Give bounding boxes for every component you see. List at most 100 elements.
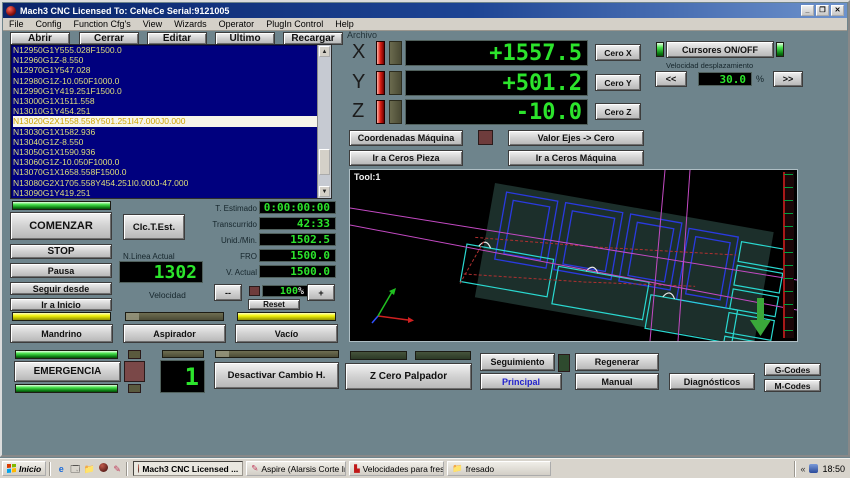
estop-led-bottom bbox=[15, 384, 118, 393]
elapsed-time-value: 42:33 bbox=[259, 217, 336, 230]
fro-value: 1500.0 bbox=[259, 249, 336, 262]
vacuum-led bbox=[237, 312, 336, 321]
goto-start-button[interactable]: Ir a Inicio bbox=[10, 298, 112, 311]
axis-x-select-button[interactable] bbox=[389, 41, 402, 65]
jog-speed-dro[interactable]: 30.0 bbox=[698, 72, 752, 86]
start-button[interactable]: Inicio bbox=[2, 461, 47, 476]
zero-x-button[interactable]: Cero X bbox=[595, 44, 641, 61]
probe-led-1 bbox=[350, 351, 407, 360]
zero-y-button[interactable]: Cero Y bbox=[595, 74, 641, 91]
aspire-quicklaunch-icon[interactable]: ✎ bbox=[111, 463, 123, 475]
emergency-stop-button[interactable]: EMERGENCIA bbox=[14, 361, 121, 382]
file-section-label: Archivo bbox=[347, 30, 378, 40]
current-line-dro[interactable]: 1302 bbox=[119, 261, 203, 283]
machine-coords-button[interactable]: Coordenadas Máquina bbox=[349, 130, 463, 146]
dro-z[interactable]: -10.0 bbox=[405, 99, 588, 125]
estimated-time-value: 0:00:00:00 bbox=[259, 201, 336, 214]
regenerate-button[interactable]: Regenerar bbox=[575, 353, 659, 371]
spindle-led bbox=[12, 312, 111, 321]
folder-quicklaunch-icon[interactable]: 📁 bbox=[83, 463, 95, 475]
task-fresado[interactable]: 📁 fresado bbox=[447, 461, 552, 476]
dro-y[interactable]: +501.2 bbox=[405, 70, 588, 96]
feed-inc-button[interactable]: + bbox=[307, 284, 335, 301]
mcodes-button[interactable]: M-Codes bbox=[764, 379, 821, 392]
feed-override-led bbox=[249, 286, 260, 296]
close-button[interactable]: ✕ bbox=[831, 5, 844, 16]
menu-file[interactable]: File bbox=[3, 19, 30, 29]
axes-to-zero-button[interactable]: Valor Ejes -> Cero bbox=[508, 130, 644, 146]
gcode-listing[interactable]: N12950G1Y555.028F1500.0 N12960G1Z-8.550 … bbox=[10, 44, 332, 199]
z-probe-button[interactable]: Z Cero Palpador bbox=[345, 363, 472, 390]
vacuum-button[interactable]: Vacío bbox=[235, 324, 338, 343]
jog-speed-inc-button[interactable]: >> bbox=[773, 71, 803, 87]
goto-piece-zero-button[interactable]: Ir a Ceros Pieza bbox=[349, 150, 463, 166]
task-pdf[interactable]: ▙ Velocidades para fresad... bbox=[349, 461, 445, 476]
screen-manual-button[interactable]: Manual bbox=[575, 373, 659, 390]
axis-y-select-button[interactable] bbox=[389, 71, 402, 95]
goto-machine-zero-button[interactable]: Ir a Ceros Máquina bbox=[508, 150, 644, 166]
follow-mode-button[interactable]: Seguimiento bbox=[480, 353, 555, 371]
menu-config[interactable]: Config bbox=[30, 19, 68, 29]
tray-collapse-icon[interactable]: « bbox=[800, 464, 805, 474]
gcode-line: N12960G1Z-8.550 bbox=[13, 55, 84, 66]
machine-coords-led bbox=[478, 130, 493, 145]
scroll-up-icon[interactable]: ▲ bbox=[319, 46, 330, 57]
cursors-onoff-button[interactable]: Cursores ON/OFF bbox=[666, 41, 774, 58]
pdf-task-icon: ▙ bbox=[354, 465, 360, 473]
gcode-line: N12980G1Z-10.050F1000.0 bbox=[13, 75, 120, 86]
toolchange-led bbox=[124, 361, 145, 382]
scrollbar-thumb[interactable] bbox=[319, 149, 330, 175]
dro-x[interactable]: +1557.5 bbox=[405, 40, 588, 66]
pause-button[interactable]: Pausa bbox=[10, 263, 112, 278]
toolchange-disable-led bbox=[215, 350, 339, 358]
desktop-icon[interactable]: 🗔 bbox=[69, 463, 81, 475]
units-per-min-label: Unid./Min. bbox=[220, 236, 257, 245]
stop-button[interactable]: STOP bbox=[10, 244, 112, 259]
minimize-button[interactable]: _ bbox=[801, 5, 814, 16]
spindle-button[interactable]: Mandrino bbox=[10, 324, 113, 343]
feed-reset-button[interactable]: Reset bbox=[248, 299, 300, 310]
axis-z-led bbox=[376, 100, 385, 124]
screen-diagnostics-button[interactable]: Diagnósticos bbox=[669, 373, 755, 390]
restore-button[interactable]: ❐ bbox=[816, 5, 829, 16]
jog-speed-dec-button[interactable]: << bbox=[655, 71, 687, 87]
scroll-down-icon[interactable]: ▼ bbox=[319, 186, 330, 197]
jog-speed-percent: % bbox=[756, 74, 765, 84]
gcode-scrollbar[interactable]: ▲ ▼ bbox=[317, 45, 331, 198]
task-mach3[interactable]: Mach3 CNC Licensed ... bbox=[133, 461, 244, 476]
menu-help[interactable]: Help bbox=[329, 19, 360, 29]
tool-number-led bbox=[162, 350, 204, 358]
gcodes-button[interactable]: G-Codes bbox=[764, 363, 821, 376]
follow-mode-led bbox=[558, 354, 570, 372]
run-from-here-button[interactable]: Seguir desde bbox=[10, 282, 112, 295]
menu-plugin-control[interactable]: PlugIn Control bbox=[260, 19, 329, 29]
toolchange-led-top bbox=[128, 350, 141, 359]
menu-function-cfgs[interactable]: Function Cfg's bbox=[68, 19, 137, 29]
task-aspire[interactable]: ✎ Aspire (Alarsis Corte Ind... bbox=[246, 461, 347, 476]
menu-operator[interactable]: Operator bbox=[213, 19, 261, 29]
screen-main-button[interactable]: Principal bbox=[480, 373, 562, 390]
menu-view[interactable]: View bbox=[137, 19, 168, 29]
calc-time-button[interactable]: Clc.T.Est. bbox=[123, 214, 185, 240]
toolpath-display: Tool:1 bbox=[349, 169, 798, 365]
extractor-led bbox=[125, 312, 224, 321]
disable-toolchange-button[interactable]: Desactivar Cambio H. bbox=[214, 362, 339, 389]
toolchange-led-bottom bbox=[128, 384, 141, 393]
tool-number-dro[interactable]: 1 bbox=[160, 360, 205, 393]
extractor-button[interactable]: Aspirador bbox=[123, 324, 226, 343]
jog-speed-label: Velocidad desplazamiento bbox=[666, 61, 754, 70]
menu-bar: File Config Function Cfg's View Wizards … bbox=[3, 18, 847, 31]
feed-dec-button[interactable]: -- bbox=[214, 284, 242, 301]
aspire-task-icon: ✎ bbox=[251, 463, 259, 473]
tray-network-icon[interactable] bbox=[809, 464, 819, 473]
zero-z-button[interactable]: Cero Z bbox=[595, 103, 641, 120]
jog-led-left bbox=[656, 42, 664, 57]
cycle-start-button[interactable]: COMENZAR bbox=[10, 212, 112, 240]
feed-percent-dro[interactable]: 100% bbox=[262, 285, 310, 297]
mach3-quicklaunch-icon[interactable] bbox=[97, 462, 109, 475]
internet-explorer-icon[interactable]: e bbox=[55, 463, 67, 475]
toolpath-graphic bbox=[349, 169, 798, 365]
axis-z-select-button[interactable] bbox=[389, 100, 402, 124]
taskbar: Inicio e 🗔 📁 ✎ Mach3 CNC Licensed ... ✎ … bbox=[0, 458, 850, 478]
menu-wizards[interactable]: Wizards bbox=[168, 19, 213, 29]
